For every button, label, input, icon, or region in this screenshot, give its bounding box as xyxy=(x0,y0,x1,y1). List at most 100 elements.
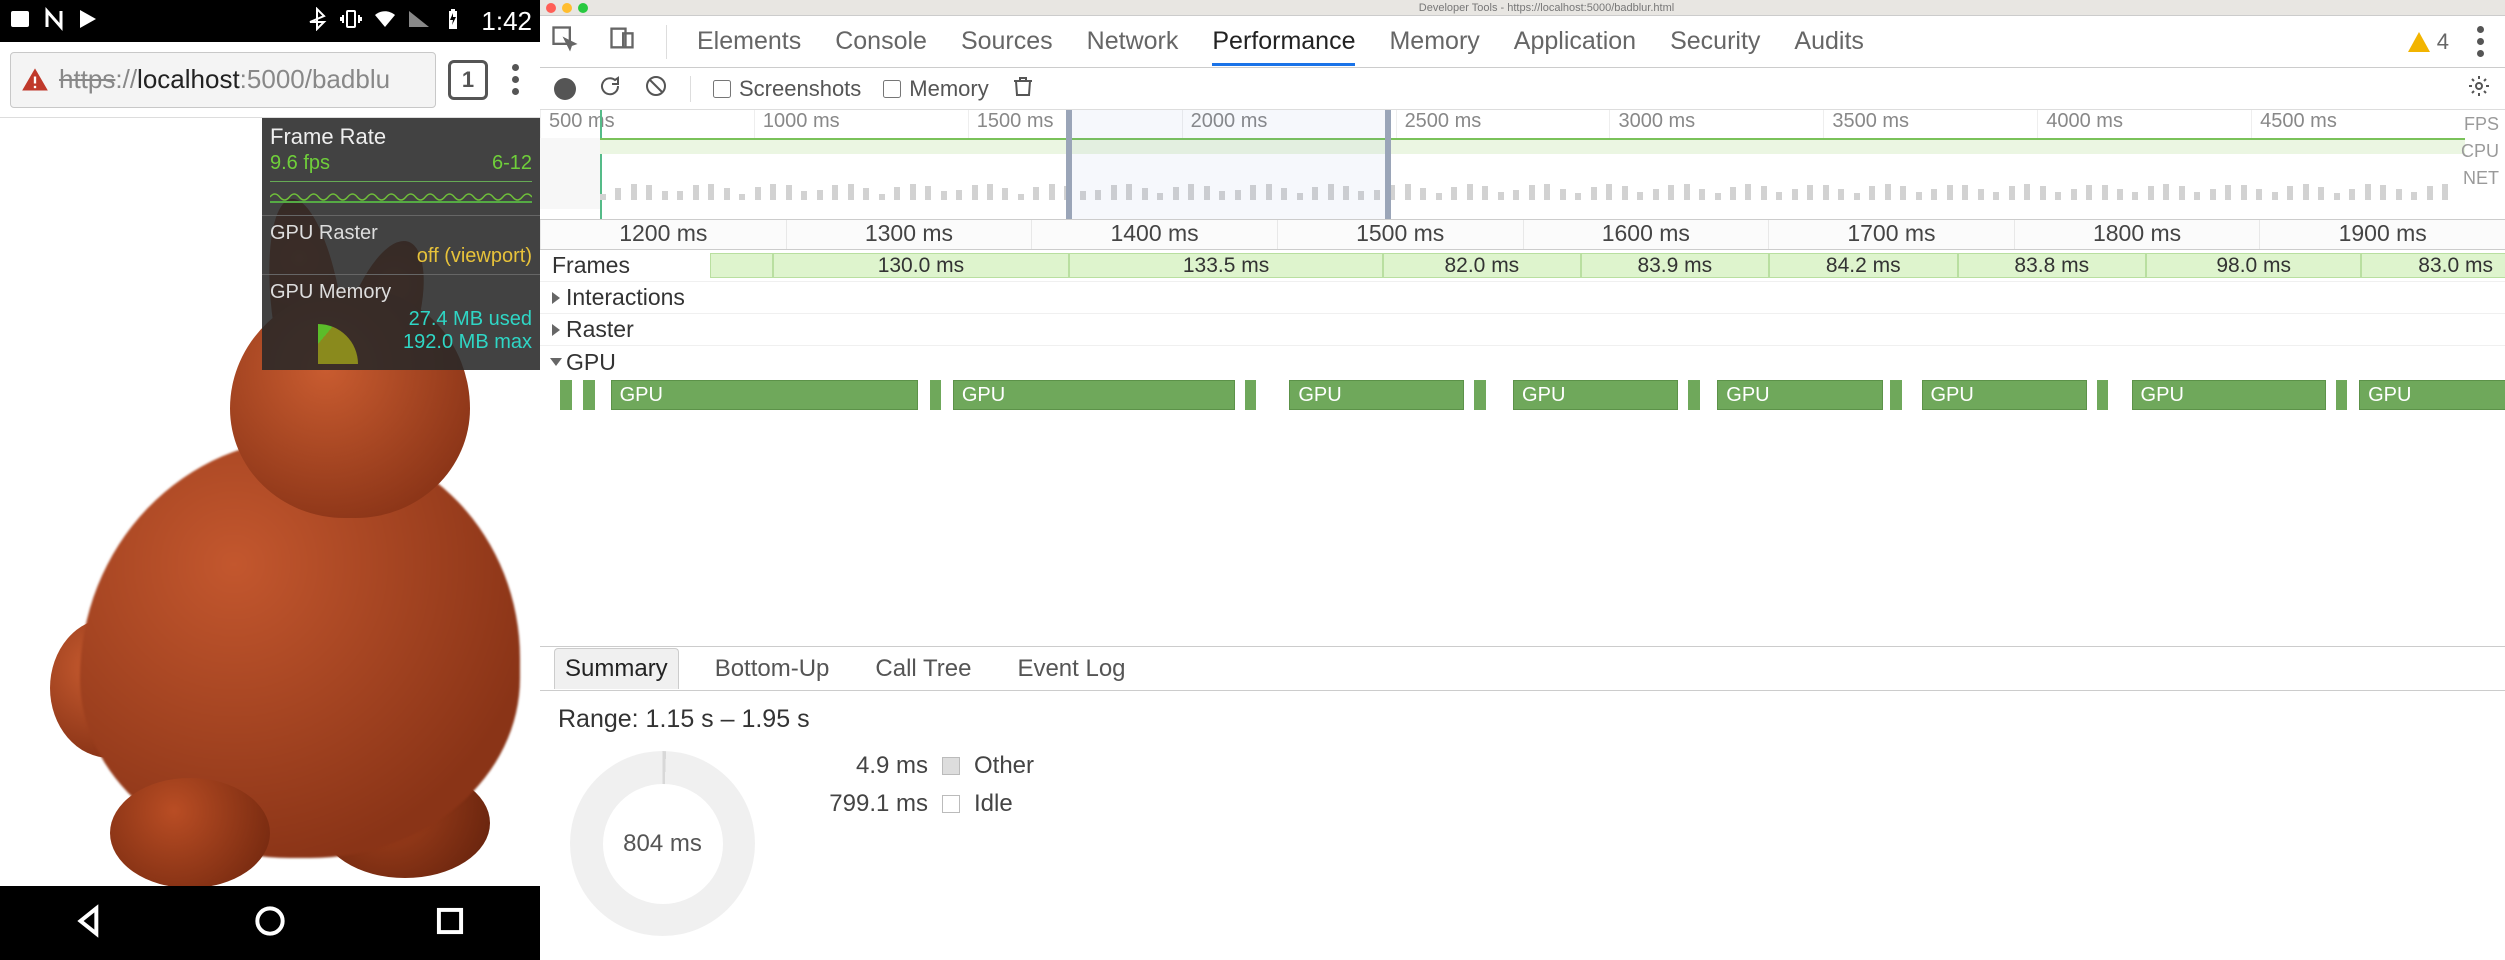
overview-tick: 4000 ms xyxy=(2037,110,2251,138)
detail-tab-event-log[interactable]: Event Log xyxy=(1007,649,1135,689)
tab-network[interactable]: Network xyxy=(1087,17,1179,66)
frame-block[interactable]: 130.0 ms xyxy=(773,253,1069,278)
gpu-spike[interactable] xyxy=(1245,380,1257,410)
tab-switcher-button[interactable]: 1 xyxy=(448,60,488,100)
gpu-track[interactable]: GPU GPU GPU GPU GPU GPU GPU GPU xyxy=(540,378,2505,646)
gpu-memory-max: 192.0 MB max xyxy=(403,331,532,354)
gpu-spike[interactable] xyxy=(1688,380,1700,410)
tab-performance[interactable]: Performance xyxy=(1212,17,1355,66)
gpu-spike[interactable] xyxy=(560,380,572,410)
performance-toolbar: Screenshots Memory xyxy=(540,68,2505,110)
record-button[interactable] xyxy=(554,78,576,100)
memory-checkbox[interactable]: Memory xyxy=(883,76,988,102)
details-tab-strip: Summary Bottom-Up Call Tree Event Log xyxy=(540,647,2505,691)
settings-icon[interactable] xyxy=(2467,74,2491,104)
gpu-block[interactable]: GPU xyxy=(953,380,1235,410)
frame-block[interactable] xyxy=(710,253,773,278)
ruler-tick: 1400 ms xyxy=(1031,220,1277,249)
gpu-block[interactable]: GPU xyxy=(611,380,918,410)
detail-tab-bottom-up[interactable]: Bottom-Up xyxy=(705,649,840,689)
frame-rate-label: Frame Rate xyxy=(270,124,532,150)
devtools-menu-button[interactable] xyxy=(2465,26,2495,57)
gpu-spike[interactable] xyxy=(1890,380,1902,410)
overview-tick: 500 ms xyxy=(540,110,754,138)
gpu-block[interactable]: GPU xyxy=(1922,380,2087,410)
gpu-spike[interactable] xyxy=(1474,380,1486,410)
tab-security[interactable]: Security xyxy=(1670,17,1760,66)
overview-fps-strip xyxy=(600,138,2465,154)
gpu-track-label: GPU xyxy=(566,349,616,376)
inspect-element-icon[interactable] xyxy=(550,24,578,59)
window-zoom-button[interactable] xyxy=(578,3,588,13)
gpu-block[interactable]: GPU xyxy=(1513,380,1678,410)
gpu-spike[interactable] xyxy=(2336,380,2348,410)
frame-block[interactable]: 83.0 ms xyxy=(2361,253,2505,278)
nav-back-button[interactable] xyxy=(71,902,109,945)
gpu-block[interactable]: GPU xyxy=(1289,380,1464,410)
vibrate-icon xyxy=(339,7,363,36)
tab-audits[interactable]: Audits xyxy=(1794,17,1863,66)
reload-record-button[interactable] xyxy=(598,74,622,104)
gpu-spike[interactable] xyxy=(930,380,942,410)
tab-elements[interactable]: Elements xyxy=(697,17,801,66)
raster-track[interactable]: Raster xyxy=(540,314,2505,346)
gpu-spike[interactable] xyxy=(583,380,595,410)
frame-block[interactable]: 83.9 ms xyxy=(1581,253,1769,278)
frame-block[interactable]: 98.0 ms xyxy=(2146,253,2361,278)
nav-recents-button[interactable] xyxy=(431,902,469,945)
gpu-raster-value: off (viewport) xyxy=(417,245,532,268)
overview-cpu-strip xyxy=(600,160,2465,200)
ruler-tick: 1300 ms xyxy=(786,220,1032,249)
device-toolbar-icon[interactable] xyxy=(608,24,636,59)
gpu-block[interactable]: GPU xyxy=(2359,380,2505,410)
insecure-warning-icon xyxy=(21,66,49,94)
overview-label-net: NET xyxy=(2463,168,2499,189)
timeline-ruler[interactable]: 1200 ms1300 ms1400 ms1500 ms1600 ms1700 … xyxy=(540,220,2505,250)
devtools-window: Developer Tools - https://localhost:5000… xyxy=(540,0,2505,960)
nav-home-button[interactable] xyxy=(251,902,289,945)
wifi-icon xyxy=(373,7,397,36)
legend-row: 4.9 msOther xyxy=(808,752,2487,780)
page-viewport[interactable]: Frame Rate 9.6 fps 6-12 GPU Raster off (… xyxy=(0,118,540,886)
omnibox[interactable]: https://localhost:5000/badblu xyxy=(10,52,436,108)
screenshots-checkbox[interactable]: Screenshots xyxy=(713,76,861,102)
ruler-tick: 1200 ms xyxy=(540,220,786,249)
legend-row: 799.1 msIdle xyxy=(808,790,2487,818)
frame-block[interactable]: 83.8 ms xyxy=(1958,253,2146,278)
frame-block[interactable]: 82.0 ms xyxy=(1383,253,1580,278)
browser-menu-button[interactable] xyxy=(500,64,530,95)
trash-icon[interactable] xyxy=(1011,74,1035,104)
tab-sources[interactable]: Sources xyxy=(961,17,1053,66)
window-close-button[interactable] xyxy=(546,3,556,13)
gpu-track-header[interactable]: GPU xyxy=(540,346,2505,378)
overview-selection[interactable] xyxy=(1066,110,1390,219)
raster-track-label: Raster xyxy=(566,316,634,343)
tab-console[interactable]: Console xyxy=(835,17,927,66)
window-minimize-button[interactable] xyxy=(562,3,572,13)
clear-button[interactable] xyxy=(644,74,668,104)
interactions-track[interactable]: Interactions xyxy=(540,282,2505,314)
summary-range: Range: 1.15 s – 1.95 s xyxy=(558,705,2487,734)
rendering-stats-overlay: Frame Rate 9.6 fps 6-12 GPU Raster off (… xyxy=(262,118,540,370)
tab-application[interactable]: Application xyxy=(1514,17,1636,66)
frame-block[interactable]: 84.2 ms xyxy=(1769,253,1957,278)
window-title: Developer Tools - https://localhost:5000… xyxy=(594,2,2499,14)
gpu-block[interactable]: GPU xyxy=(1717,380,1882,410)
warnings-badge[interactable]: 4 xyxy=(2407,29,2449,55)
overview-tick: 3500 ms xyxy=(1823,110,2037,138)
gpu-block[interactable]: GPU xyxy=(2132,380,2327,410)
timeline-overview[interactable]: 500 ms1000 ms1500 ms2000 ms2500 ms3000 m… xyxy=(540,110,2505,220)
device-preview: 1:42 https://localhost:5000/badblu 1 Fra… xyxy=(0,0,540,960)
gpu-spike[interactable] xyxy=(2097,380,2109,410)
frame-block[interactable]: 133.5 ms xyxy=(1069,253,1383,278)
frames-track[interactable]: Frames 130.0 ms133.5 ms82.0 ms83.9 ms84.… xyxy=(540,250,2505,282)
detail-tab-summary[interactable]: Summary xyxy=(554,648,679,689)
screenshots-label: Screenshots xyxy=(739,76,861,102)
play-icon xyxy=(76,7,100,36)
flame-chart[interactable]: Frames 130.0 ms133.5 ms82.0 ms83.9 ms84.… xyxy=(540,250,2505,647)
interactions-track-label: Interactions xyxy=(566,284,685,311)
summary-donut-value: 804 ms xyxy=(623,830,702,858)
gpu-raster-label: GPU Raster xyxy=(270,222,378,245)
tab-memory[interactable]: Memory xyxy=(1389,17,1479,66)
detail-tab-call-tree[interactable]: Call Tree xyxy=(865,649,981,689)
